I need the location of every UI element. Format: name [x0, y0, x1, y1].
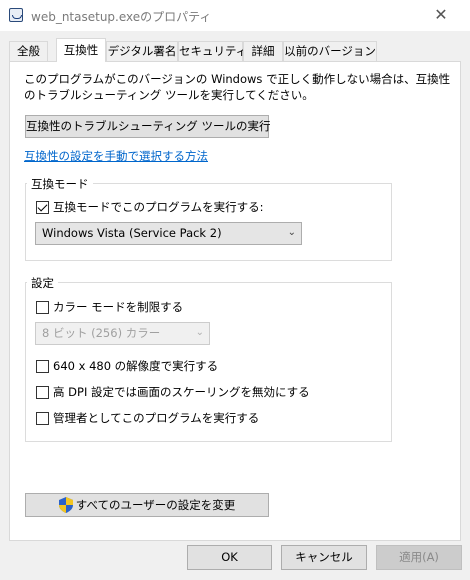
high-dpi-checkbox[interactable]	[36, 385, 49, 399]
resolution-label: 640 x 480 の解像度で実行する	[53, 359, 219, 373]
chevron-down-icon: ⌄	[287, 227, 296, 238]
settings-group-title: 設定	[27, 275, 58, 291]
compat-mode-checkbox-label: 互換モードでこのプログラムを実行する:	[53, 200, 264, 214]
tab-digital-signature[interactable]: デジタル署名	[106, 41, 178, 61]
window-title: web_ntasetup.exeのプロパティ	[31, 10, 212, 24]
resolution-checkbox[interactable]	[36, 359, 49, 373]
ok-button[interactable]: OK	[187, 545, 272, 570]
change-all-users-label: すべてのユーザーの設定を変更	[75, 498, 236, 512]
chevron-down-icon: ⌄	[195, 327, 204, 338]
tab-general[interactable]: 全般	[9, 41, 48, 61]
os-version-value: Windows Vista (Service Pack 2)	[42, 226, 222, 240]
run-as-admin-row[interactable]: 管理者としてこのプログラムを実行する	[36, 410, 259, 426]
color-depth-value: 8 ビット (256) カラー	[42, 326, 161, 340]
cancel-button[interactable]: キャンセル	[281, 545, 367, 570]
color-depth-select: 8 ビット (256) カラー ⌄	[35, 322, 210, 345]
title-bar: web_ntasetup.exeのプロパティ ✕	[0, 0, 470, 31]
resolution-row[interactable]: 640 x 480 の解像度で実行する	[36, 358, 218, 374]
tab-security[interactable]: セキュリティ	[178, 41, 247, 61]
uac-shield-icon	[58, 496, 73, 513]
os-version-select[interactable]: Windows Vista (Service Pack 2) ⌄	[35, 222, 302, 245]
compat-mode-group-title: 互換モード	[27, 176, 93, 192]
color-mode-label: カラー モードを制限する	[53, 300, 184, 314]
app-icon	[9, 8, 23, 22]
high-dpi-label: 高 DPI 設定では画面のスケーリングを無効にする	[53, 385, 310, 399]
color-mode-row[interactable]: カラー モードを制限する	[36, 299, 183, 315]
color-mode-checkbox[interactable]	[36, 300, 49, 314]
high-dpi-row[interactable]: 高 DPI 設定では画面のスケーリングを無効にする	[36, 384, 310, 400]
compat-mode-checkbox-row[interactable]: 互換モードでこのプログラムを実行する:	[36, 199, 264, 215]
compatibility-panel: このプログラムがこのバージョンの Windows で正しく動作しない場合は、互換…	[9, 61, 461, 541]
compatibility-description: このプログラムがこのバージョンの Windows で正しく動作しない場合は、互換…	[24, 72, 451, 102]
tab-previous-versions[interactable]: 以前のバージョン	[283, 41, 377, 61]
run-as-admin-checkbox[interactable]	[36, 411, 49, 425]
tab-details[interactable]: 詳細	[243, 41, 283, 61]
compat-mode-checkbox[interactable]	[36, 200, 49, 214]
run-as-admin-label: 管理者としてこのプログラムを実行する	[53, 411, 260, 425]
tab-compatibility[interactable]: 互換性	[56, 38, 106, 62]
run-troubleshooter-button[interactable]: 互換性のトラブルシューティング ツールの実行	[25, 115, 270, 138]
manual-settings-link[interactable]: 互換性の設定を手動で選択する方法	[24, 148, 208, 164]
close-button[interactable]: ✕	[412, 0, 470, 31]
apply-button: 適用(A)	[376, 545, 462, 570]
change-all-users-button[interactable]: すべてのユーザーの設定を変更	[25, 493, 269, 517]
